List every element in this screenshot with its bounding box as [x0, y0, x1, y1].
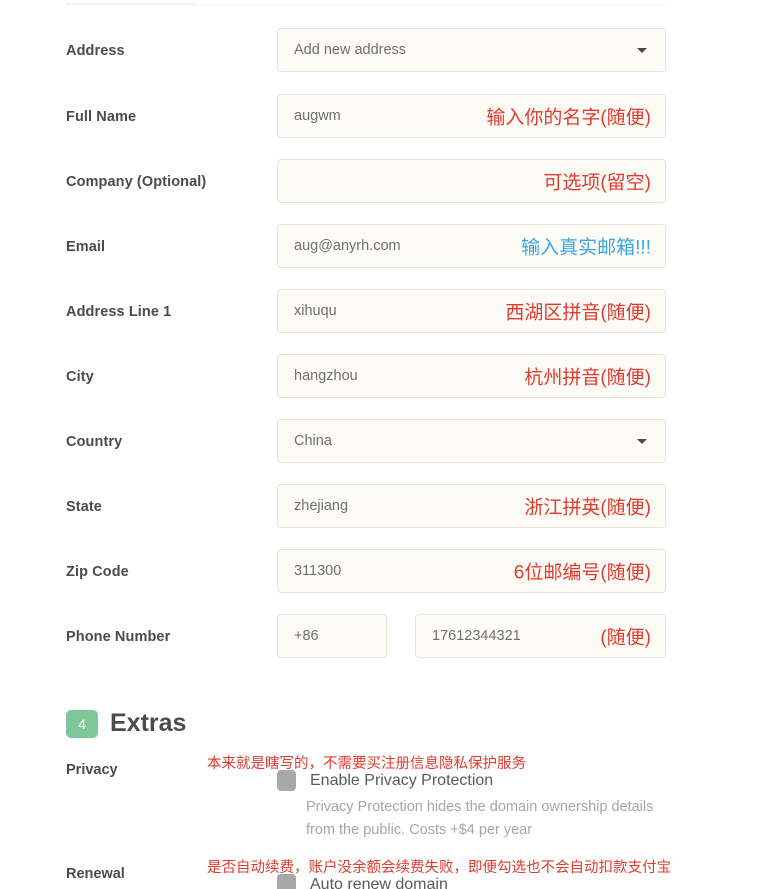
select-country[interactable]: China [277, 419, 666, 463]
domain-checkout-page: Address Add new address Full Name augwm … [0, 0, 762, 889]
checkbox-label-enable-privacy-protection: Enable Privacy Protection [310, 771, 494, 789]
form-row-city: City hangzhou 杭州拼音(随便) [0, 354, 762, 400]
label-phone-number: Phone Number [66, 629, 171, 645]
annotation-zip-code: 6位邮编号(随便) [513, 562, 651, 584]
checkbox-enable-privacy-protection[interactable] [277, 770, 296, 791]
form-row-email: Email aug@anyrh.com 输入真实邮箱!!! [0, 224, 762, 270]
select-address-value: Add new address [294, 42, 407, 58]
input-address-line-1[interactable]: xihuqu 西湖区拼音(随便) [277, 289, 666, 333]
label-email: Email [66, 239, 106, 255]
select-address[interactable]: Add new address [277, 28, 666, 72]
checkbox-auto-renew-domain[interactable] [277, 874, 296, 889]
annotation-phone-number: (随便) [600, 627, 651, 649]
section-title-extras: Extras [110, 709, 187, 737]
checkbox-label-auto-renew-domain: Auto renew domain [310, 875, 448, 889]
form-row-address: Address Add new address [0, 28, 762, 74]
label-state: State [66, 499, 102, 515]
input-zip-code[interactable]: 311300 6位邮编号(随便) [277, 549, 666, 593]
form-row-state: State zhejiang 浙江拼英(随便) [0, 484, 762, 530]
checkbox-row-privacy[interactable]: Enable Privacy Protection [277, 770, 493, 791]
input-phone-number-value: 17612344321 [432, 628, 521, 644]
input-full-name-value: augwm [294, 108, 341, 124]
form-row-full-name: Full Name augwm 输入你的名字(随便) [0, 94, 762, 140]
input-city[interactable]: hangzhou 杭州拼音(随便) [277, 354, 666, 398]
chevron-down-icon [637, 47, 647, 53]
input-email-value: aug@anyrh.com [294, 238, 401, 254]
input-city-value: hangzhou [294, 368, 358, 384]
label-privacy: Privacy [66, 762, 118, 778]
input-phone-country-code-value: +86 [294, 628, 319, 644]
section-header-extras: 4 Extras [66, 709, 186, 738]
input-state[interactable]: zhejiang 浙江拼英(随便) [277, 484, 666, 528]
label-address: Address [66, 43, 125, 59]
chevron-down-icon [637, 438, 647, 444]
input-address-line-1-value: xihuqu [294, 303, 337, 319]
help-text-privacy-line1: Privacy Protection hides the domain owne… [306, 799, 654, 815]
label-city: City [66, 369, 94, 385]
form-row-country: Country China [0, 419, 762, 465]
form-row-phone-number: Phone Number +86 17612344321 (随便) [0, 614, 762, 660]
input-state-value: zhejiang [294, 498, 349, 514]
label-renewal: Renewal [66, 866, 125, 882]
annotation-address-line-1: 西湖区拼音(随便) [505, 302, 651, 324]
input-full-name[interactable]: augwm 输入你的名字(随便) [277, 94, 666, 138]
input-zip-code-value: 311300 [294, 563, 342, 579]
help-text-privacy-line2: from the public. Costs +$4 per year [306, 822, 533, 838]
input-company[interactable]: 可选项(留空) [277, 159, 666, 203]
label-company: Company (Optional) [66, 174, 207, 190]
label-country: Country [66, 434, 123, 450]
annotation-state: 浙江拼英(随便) [524, 497, 651, 519]
form-row-zip-code: Zip Code 311300 6位邮编号(随便) [0, 549, 762, 595]
section-badge-number: 4 [66, 709, 98, 738]
annotation-full-name: 输入你的名字(随便) [486, 107, 651, 129]
label-address-line-1: Address Line 1 [66, 304, 172, 320]
input-email[interactable]: aug@anyrh.com 输入真实邮箱!!! [277, 224, 666, 268]
label-zip-code: Zip Code [66, 564, 129, 580]
form-row-address-line-1: Address Line 1 xihuqu 西湖区拼音(随便) [0, 289, 762, 335]
checkbox-row-renewal[interactable]: Auto renew domain [277, 874, 448, 889]
select-country-value: China [294, 433, 332, 449]
annotation-city: 杭州拼音(随便) [524, 367, 651, 389]
form-row-company: Company (Optional) 可选项(留空) [0, 159, 762, 205]
input-phone-country-code[interactable]: +86 [277, 614, 387, 658]
input-phone-number[interactable]: 17612344321 (随便) [415, 614, 666, 658]
annotation-email: 输入真实邮箱!!! [521, 237, 651, 259]
top-divider-secondary [66, 3, 194, 5]
annotation-company: 可选项(留空) [543, 172, 651, 194]
label-full-name: Full Name [66, 109, 137, 125]
